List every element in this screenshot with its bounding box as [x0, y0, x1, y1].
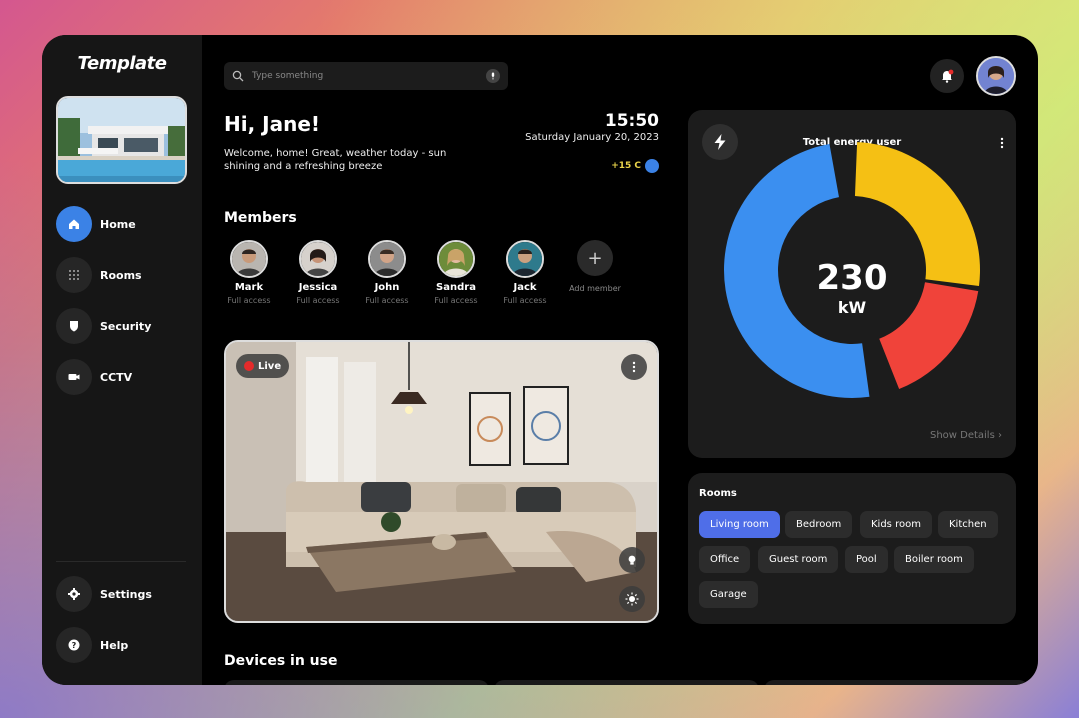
member-role: Full access	[227, 296, 271, 305]
gear-icon	[56, 576, 92, 612]
grid-icon	[56, 257, 92, 293]
rooms-title: Rooms	[699, 488, 737, 499]
sidebar-item-home[interactable]: Home	[56, 206, 188, 242]
sidebar-divider	[56, 561, 186, 562]
member-role: Full access	[434, 296, 478, 305]
member-avatar	[230, 240, 268, 278]
sidebar-item-security[interactable]: Security	[56, 308, 188, 344]
room-chip-guest-room[interactable]: Guest room	[758, 546, 839, 573]
light-bulb-icon	[628, 555, 636, 565]
member-name: Jessica	[298, 282, 338, 293]
member-name: Sandra	[436, 282, 476, 293]
sidebar-item-settings[interactable]: Settings	[56, 576, 188, 612]
members-title: Members	[224, 210, 297, 226]
camera-icon	[56, 359, 92, 395]
svg-text:?: ?	[72, 641, 77, 650]
energy-value: 230	[816, 258, 888, 298]
room-chip-boiler-room[interactable]: Boiler room	[894, 546, 974, 573]
weather-icon	[645, 159, 659, 173]
clock-time: 15:50	[604, 111, 659, 131]
member-role: Full access	[503, 296, 547, 305]
room-chip-garage[interactable]: Garage	[699, 581, 758, 608]
user-avatar[interactable]	[976, 56, 1016, 96]
room-chip-bedroom[interactable]: Bedroom	[785, 511, 853, 538]
weather-temperature: +15 C	[611, 159, 659, 173]
member-card[interactable]: Mark Full access	[219, 240, 279, 305]
shield-icon	[56, 308, 92, 344]
app-window: Template Home Rooms Security CCTV Settin…	[42, 35, 1038, 685]
room-camera-image	[226, 342, 657, 621]
home-icon	[56, 206, 92, 242]
search-bar[interactable]: Type something	[224, 62, 508, 90]
light-toggle-button[interactable]	[619, 547, 645, 573]
member-card[interactable]: John Full access	[357, 240, 417, 305]
device-card[interactable]	[224, 680, 489, 685]
member-avatar	[299, 240, 337, 278]
house-image	[56, 96, 187, 184]
sidebar-item-label: Settings	[100, 587, 152, 601]
member-name: Mark	[234, 282, 264, 293]
more-vertical-icon	[632, 361, 636, 373]
search-icon	[232, 70, 244, 82]
current-date: Saturday January 20, 2023	[525, 132, 659, 143]
sidebar-item-help[interactable]: ? Help	[56, 627, 188, 663]
device-card[interactable]	[494, 680, 759, 685]
member-avatar	[368, 240, 406, 278]
member-avatar	[506, 240, 544, 278]
member-role: Full access	[296, 296, 340, 305]
energy-card: Total energy user 230 kW Show Details ›	[688, 110, 1016, 458]
cctv-live-feed[interactable]: Live	[224, 340, 659, 623]
sidebar-item-cctv[interactable]: CCTV	[56, 359, 188, 395]
help-icon: ?	[56, 627, 92, 663]
sidebar-item-label: Security	[100, 319, 152, 333]
camera-more-button[interactable]	[621, 354, 647, 380]
brightness-button[interactable]	[619, 586, 645, 612]
greeting-title: Hi, Jane!	[224, 112, 321, 136]
sidebar-item-label: Rooms	[100, 268, 142, 282]
member-name: Jack	[513, 282, 537, 293]
room-chip-pool[interactable]: Pool	[845, 546, 888, 573]
sidebar: Template Home Rooms Security CCTV Settin…	[42, 35, 202, 685]
app-logo: Template	[77, 53, 167, 74]
sun-icon	[625, 592, 639, 606]
member-card[interactable]: Jack Full access	[495, 240, 555, 305]
live-dot-icon	[244, 361, 254, 371]
room-chip-kitchen[interactable]: Kitchen	[938, 511, 998, 538]
plus-icon: +	[577, 240, 613, 276]
show-details-label: Show Details	[929, 430, 995, 441]
room-chip-living-room[interactable]: Living room	[699, 511, 780, 538]
temperature-value: +15 C	[611, 161, 641, 171]
room-chip-office[interactable]: Office	[699, 546, 751, 573]
rooms-card: Rooms Living room Bedroom Kids room Kitc…	[688, 473, 1016, 624]
welcome-message: Welcome, home! Great, weather today - su…	[224, 148, 447, 172]
microphone-icon[interactable]	[486, 69, 500, 83]
member-card[interactable]: Sandra Full access	[426, 240, 486, 305]
sidebar-item-label: Help	[100, 638, 129, 652]
member-card[interactable]: Jessica Full access	[288, 240, 348, 305]
energy-unit: kW	[837, 298, 867, 317]
member-avatar	[437, 240, 475, 278]
sidebar-item-label: Home	[100, 217, 136, 231]
member-role: Full access	[365, 296, 409, 305]
live-badge: Live	[236, 354, 290, 378]
chevron-right-icon: ›	[998, 430, 1002, 441]
sidebar-item-label: CCTV	[100, 370, 133, 384]
devices-title: Devices in use	[224, 653, 338, 669]
device-card[interactable]	[764, 680, 1029, 685]
member-name: John	[374, 282, 400, 293]
add-member-label: Add member	[569, 284, 621, 293]
room-chip-kids-room[interactable]: Kids room	[860, 511, 932, 538]
show-details-link[interactable]: Show Details ›	[930, 430, 1002, 441]
live-label: Live	[258, 360, 282, 372]
sidebar-item-rooms[interactable]: Rooms	[56, 257, 188, 293]
add-member-button[interactable]: + Add member	[562, 240, 628, 293]
notification-bell-button[interactable]	[930, 59, 964, 93]
bell-icon	[942, 69, 954, 83]
search-input[interactable]: Type something	[252, 71, 478, 81]
